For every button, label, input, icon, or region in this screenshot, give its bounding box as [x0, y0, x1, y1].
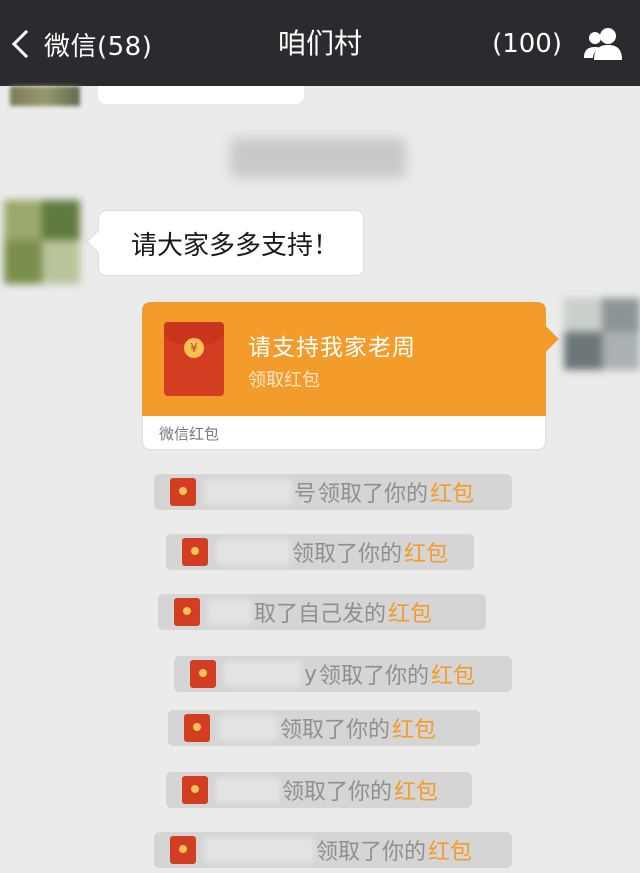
- notice-text: 领取了你的: [282, 780, 393, 805]
- blurred-name: [204, 837, 314, 863]
- system-notice: 领取了你的 红包: [166, 772, 472, 808]
- blurred-name: [216, 539, 290, 565]
- red-packet-link[interactable]: 红包: [394, 774, 438, 806]
- notice-prefix: y: [304, 661, 318, 687]
- system-notice: 号 领取了你的 红包: [154, 474, 512, 510]
- timestamp: [230, 138, 406, 178]
- message-text: 请大家多多支持！: [131, 230, 340, 261]
- red-packet-link[interactable]: 红包: [430, 476, 474, 508]
- blurred-name: [216, 777, 280, 803]
- message-bubble[interactable]: 请大家多多支持！: [98, 210, 365, 276]
- chevron-left-icon: [11, 29, 41, 59]
- blurred-name: [208, 599, 252, 625]
- red-envelope-icon: [174, 598, 200, 626]
- system-notice: 领取了你的 红包: [166, 534, 474, 570]
- red-envelope-icon: [170, 836, 196, 864]
- red-packet-card[interactable]: ¥ 请支持我家老周 领取红包 微信红包: [142, 302, 546, 450]
- chat-header: 微信(58) 咱们村 (100): [0, 0, 640, 86]
- red-envelope-icon: [182, 538, 208, 566]
- avatar[interactable]: [10, 86, 80, 106]
- blurred-name: [218, 715, 278, 741]
- system-notice: 领取了你的 红包: [168, 710, 480, 746]
- avatar[interactable]: [4, 200, 80, 284]
- red-packet-link[interactable]: 红包: [428, 834, 472, 866]
- member-count: (100): [492, 29, 562, 59]
- red-packet-link[interactable]: 红包: [388, 596, 432, 628]
- system-notice: 领取了你的 红包: [154, 832, 512, 868]
- message-bubble[interactable]: [98, 86, 304, 104]
- red-envelope-icon: [182, 776, 208, 804]
- blurred-name: [204, 479, 292, 505]
- notice-text: 领取了你的: [316, 840, 427, 865]
- red-envelope-icon: ¥: [164, 322, 224, 396]
- blurred-name: [224, 661, 302, 687]
- red-envelope-icon: [170, 478, 196, 506]
- red-packet-link[interactable]: 红包: [404, 536, 448, 568]
- notice-text: 领取了你的: [280, 718, 391, 743]
- red-envelope-icon: [184, 714, 210, 742]
- back-label: 微信(58): [44, 31, 153, 62]
- notice-text: 领取了你的: [318, 482, 429, 507]
- back-button[interactable]: 微信(58): [10, 22, 152, 66]
- notice-prefix: 号: [294, 482, 317, 507]
- red-packet-title: 请支持我家老周: [248, 335, 416, 361]
- notice-text: 领取了你的: [292, 542, 403, 567]
- avatar[interactable]: [564, 298, 640, 370]
- red-packet-action: 领取红包: [248, 370, 320, 391]
- notice-text: 取了自己发的: [254, 602, 387, 627]
- red-packet-link[interactable]: 红包: [431, 658, 475, 690]
- red-packet-footer: 微信红包: [142, 416, 546, 450]
- red-packet-body: ¥ 请支持我家老周 领取红包: [142, 302, 546, 416]
- red-packet-footer-label: 微信红包: [159, 425, 220, 443]
- group-members-icon[interactable]: [582, 26, 626, 62]
- red-envelope-icon: [190, 660, 216, 688]
- red-packet-link[interactable]: 红包: [392, 712, 436, 744]
- notice-text: 领取了你的: [319, 664, 430, 689]
- system-notice: y 领取了你的 红包: [174, 656, 512, 692]
- system-notice: 取了自己发的 红包: [158, 594, 486, 630]
